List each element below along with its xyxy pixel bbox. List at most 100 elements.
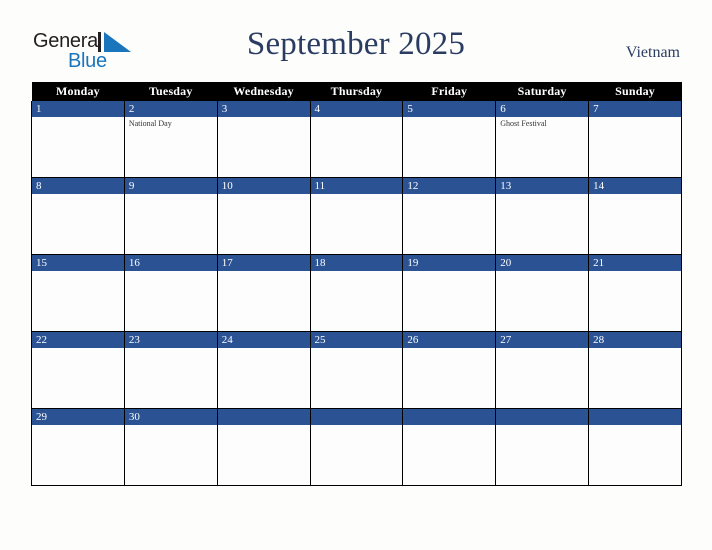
holiday-event: Ghost Festival [500, 119, 547, 128]
day-event-list [32, 194, 124, 196]
calendar-day-cell[interactable]: 18 [309, 254, 404, 332]
day-cell-content: 18 [310, 255, 403, 331]
calendar-day-cell[interactable]: 30 [123, 408, 218, 486]
day-number: 13 [496, 178, 589, 194]
day-event-list [403, 425, 495, 427]
calendar-day-cell[interactable]: 28 [588, 331, 682, 409]
calendar-day-cell[interactable]: 7 [588, 101, 682, 178]
calendar-day-cell[interactable]: 10 [216, 177, 311, 255]
calendar-day-cell[interactable]: 15 [31, 254, 125, 332]
day-event-list [32, 271, 124, 273]
calendar-day-cell[interactable]: 6 Ghost Festival [495, 101, 590, 178]
calendar-day-cell[interactable]: 16 [123, 254, 218, 332]
day-cell-content: 11 [310, 178, 403, 254]
day-cell-content: 21 [589, 255, 681, 331]
calendar-day-cell[interactable]: 9 [123, 177, 218, 255]
calendar-day-cell[interactable]: 5 [402, 101, 497, 178]
calendar-day-cell[interactable] [402, 408, 497, 486]
day-event-list [589, 271, 681, 273]
day-number: 11 [310, 178, 403, 194]
calendar-day-cell[interactable]: 13 [495, 177, 590, 255]
day-event-list [125, 194, 217, 196]
holiday-event: National Day [128, 119, 172, 128]
calendar-day-cell[interactable]: 11 [309, 177, 404, 255]
day-number [589, 409, 681, 425]
calendar-day-cell[interactable] [588, 408, 682, 486]
weekday-header-sunday: Sunday [588, 82, 682, 101]
day-number: 21 [589, 255, 681, 271]
day-event-list [311, 425, 403, 427]
day-cell-content: 22 [32, 332, 124, 408]
day-event-list [403, 271, 495, 273]
day-cell-content: 13 [496, 178, 589, 254]
calendar-day-cell[interactable]: 17 [216, 254, 311, 332]
day-number: 26 [403, 332, 496, 348]
weekday-header-wednesday: Wednesday [217, 82, 311, 101]
day-cell-content: 6 Ghost Festival [496, 101, 589, 177]
day-number: 15 [32, 255, 124, 271]
day-cell-content [496, 409, 589, 485]
day-event-list [496, 271, 588, 273]
weekday-header-tuesday: Tuesday [124, 82, 218, 101]
day-number: 1 [32, 101, 124, 117]
calendar-day-cell[interactable]: 29 [31, 408, 125, 486]
day-number [496, 409, 589, 425]
day-number: 16 [124, 255, 217, 271]
calendar-day-cell[interactable]: 4 [309, 101, 404, 178]
calendar-day-cell[interactable]: 12 [402, 177, 497, 255]
calendar-day-cell[interactable]: 21 [588, 254, 682, 332]
calendar-day-cell[interactable]: 25 [309, 331, 404, 409]
calendar-day-cell[interactable]: 27 [495, 331, 590, 409]
calendar-day-cell[interactable] [495, 408, 590, 486]
calendar-day-cell[interactable]: 20 [495, 254, 590, 332]
day-event-list [218, 194, 310, 196]
weekday-header-monday: Monday [31, 82, 125, 101]
day-event-list [125, 271, 217, 273]
calendar-day-cell[interactable]: 26 [402, 331, 497, 409]
day-number: 18 [310, 255, 403, 271]
day-event-list [125, 348, 217, 350]
day-number: 10 [217, 178, 310, 194]
day-cell-content [310, 409, 403, 485]
calendar-day-cell[interactable]: 19 [402, 254, 497, 332]
day-number: 28 [589, 332, 681, 348]
day-event-list: Ghost Festival [496, 117, 588, 129]
calendar-week-row: 1 2 National Day 3 4 5 6 Ghost Festival 7 [31, 101, 682, 178]
calendar-week-row: 15 16 17 18 19 20 21 [31, 254, 682, 332]
day-cell-content: 28 [589, 332, 681, 408]
day-number: 19 [403, 255, 496, 271]
calendar-page: General Blue September 2025 Vietnam Mond… [0, 0, 712, 550]
day-event-list [403, 348, 495, 350]
day-event-list [403, 194, 495, 196]
day-event-list [311, 194, 403, 196]
calendar-week-row: 29 30 [31, 408, 682, 486]
day-number: 14 [589, 178, 681, 194]
calendar-day-cell[interactable]: 1 [31, 101, 125, 178]
calendar-day-cell[interactable]: 23 [123, 331, 218, 409]
calendar-week-row: 8 9 10 11 12 13 14 [31, 177, 682, 255]
day-event-list [589, 348, 681, 350]
calendar-day-cell[interactable]: 14 [588, 177, 682, 255]
day-cell-content [217, 409, 310, 485]
day-event-list [218, 117, 310, 119]
page-header: General Blue September 2025 Vietnam [0, 0, 712, 82]
calendar-day-cell[interactable]: 3 [216, 101, 311, 178]
calendar-day-cell[interactable]: 2 National Day [123, 101, 218, 178]
calendar-day-cell[interactable] [309, 408, 404, 486]
calendar-day-cell[interactable]: 22 [31, 331, 125, 409]
day-cell-content: 9 [124, 178, 217, 254]
day-cell-content: 8 [32, 178, 124, 254]
day-cell-content: 7 [589, 101, 681, 177]
day-event-list [496, 348, 588, 350]
day-event-list [311, 117, 403, 119]
calendar-day-cell[interactable]: 8 [31, 177, 125, 255]
calendar-day-cell[interactable] [216, 408, 311, 486]
day-cell-content: 26 [403, 332, 496, 408]
day-number [403, 409, 496, 425]
day-event-list [311, 271, 403, 273]
day-cell-content: 15 [32, 255, 124, 331]
day-cell-content: 27 [496, 332, 589, 408]
day-number: 4 [310, 101, 403, 117]
day-number: 2 [124, 101, 217, 117]
calendar-day-cell[interactable]: 24 [216, 331, 311, 409]
